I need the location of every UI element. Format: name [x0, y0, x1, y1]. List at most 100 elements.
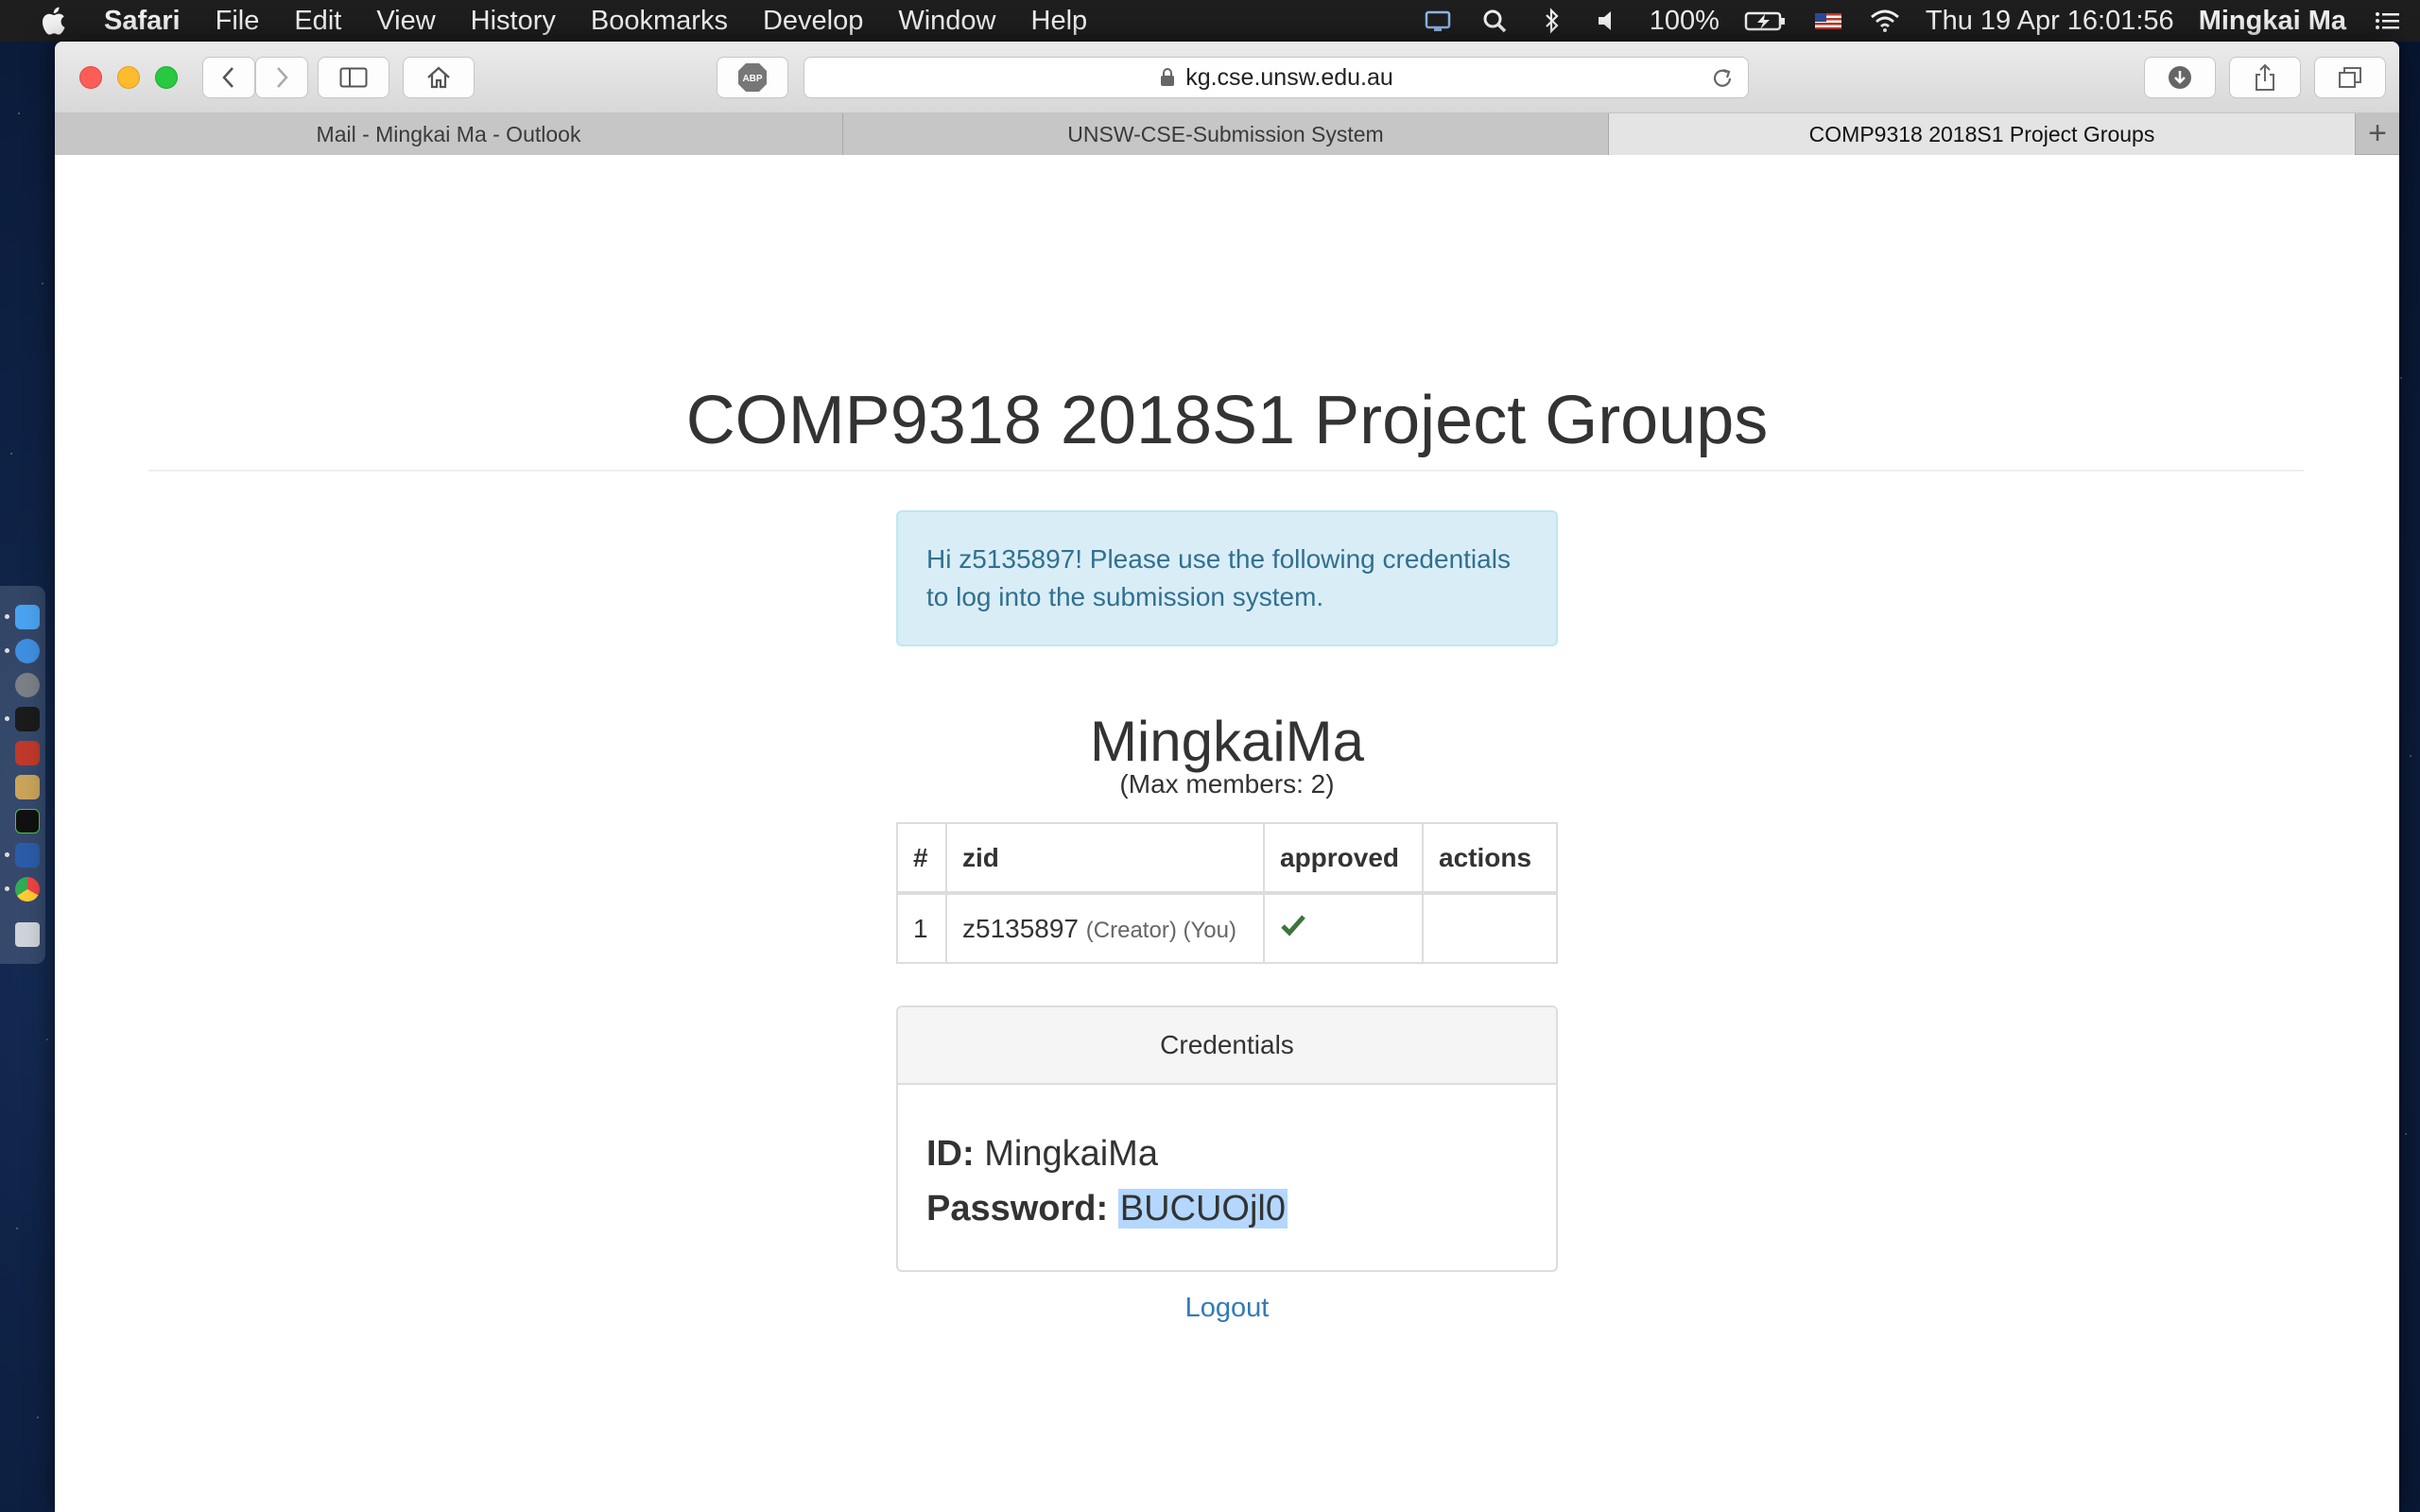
browser-toolbar: ABP kg.cse.unsw.edu.au	[55, 42, 2399, 113]
sidebar-icon	[339, 67, 368, 88]
actions-cell	[1422, 892, 1558, 964]
spotlight-search-icon[interactable]	[1479, 7, 1512, 35]
credentials-body: ID: MingkaiMa Password: BUCUOjl0	[898, 1085, 1556, 1270]
id-label: ID:	[926, 1134, 975, 1174]
tab-submission-system[interactable]: UNSW-CSE-Submission System	[843, 113, 1609, 155]
web-page: COMP9318 2018S1 Project Groups Hi z51358…	[55, 155, 2399, 1512]
tab-title: COMP9318 2018S1 Project Groups	[1808, 121, 2155, 146]
credential-id-line: ID: MingkaiMa	[926, 1126, 1528, 1181]
dock	[0, 586, 45, 964]
wifi-icon[interactable]	[1869, 7, 1901, 35]
new-tab-button[interactable]: +	[2356, 113, 2399, 154]
column-header-actions: actions	[1422, 822, 1558, 895]
battery-percent[interactable]: 100%	[1650, 6, 1720, 37]
page-title: COMP9318 2018S1 Project Groups	[685, 383, 1769, 458]
home-icon	[427, 66, 450, 89]
checkmark-icon	[1281, 915, 1305, 936]
adblock-extension-button[interactable]: ABP	[717, 57, 788, 98]
finder-icon[interactable]	[15, 605, 40, 629]
title-divider	[148, 470, 2304, 472]
menu-edit[interactable]: Edit	[294, 6, 341, 37]
member-zid: z5135897	[962, 913, 1080, 943]
password-label: Password:	[926, 1189, 1109, 1228]
zoom-window-button[interactable]	[155, 66, 178, 89]
system-preferences-icon[interactable]	[15, 673, 40, 697]
activity-monitor-icon[interactable]	[15, 809, 40, 833]
credentials-panel: Credentials ID: MingkaiMa Password: BUCU…	[896, 1005, 1558, 1272]
script-editor-icon[interactable]	[15, 775, 40, 799]
menu-app-safari[interactable]: Safari	[104, 6, 181, 37]
running-indicator	[5, 852, 9, 857]
credentials-heading: Credentials	[898, 1007, 1556, 1085]
adblock-label: ABP	[742, 74, 762, 84]
info-alert: Hi z5135897! Please use the following cr…	[896, 510, 1558, 646]
tab-title: Mail - Mingkai Ma - Outlook	[316, 121, 581, 146]
tabs-overview-icon	[2339, 67, 2361, 88]
clock[interactable]: Thu 19 Apr 16:01:56	[1926, 6, 2174, 37]
word-icon[interactable]	[15, 843, 40, 868]
table-row: 1 z5135897 (Creator) (You)	[896, 892, 1558, 964]
group-name: MingkaiMa	[1089, 710, 1365, 773]
url-text: kg.cse.unsw.edu.au	[1185, 63, 1393, 91]
share-icon	[2256, 63, 2274, 91]
minimize-window-button[interactable]	[117, 66, 140, 89]
tab-overview-button[interactable]	[2314, 57, 2386, 98]
column-header-number: #	[896, 822, 947, 895]
safari-window: ABP kg.cse.unsw.edu.au Mail - Mingkai Ma…	[55, 42, 2399, 1512]
running-indicator	[5, 614, 9, 619]
chevron-left-icon	[222, 67, 233, 88]
lock-icon	[1161, 68, 1175, 86]
plus-icon: +	[2368, 115, 2387, 151]
us-flag-input-icon[interactable]	[1812, 7, 1844, 35]
password-value[interactable]: BUCUOjl0	[1117, 1189, 1288, 1228]
menu-bar: Safari File Edit View History Bookmarks …	[0, 0, 2420, 42]
reload-icon[interactable]	[1710, 66, 1735, 91]
menu-window[interactable]: Window	[898, 6, 995, 37]
tab-bar: Mail - Mingkai Ma - Outlook UNSW-CSE-Sub…	[55, 113, 2399, 155]
close-window-button[interactable]	[79, 66, 102, 89]
menu-bookmarks[interactable]: Bookmarks	[591, 6, 728, 37]
running-indicator	[5, 886, 9, 891]
bluetooth-icon[interactable]	[1536, 7, 1568, 35]
member-zid-cell: z5135897 (Creator) (You)	[945, 892, 1265, 964]
chevron-right-icon	[277, 67, 288, 88]
battery-charging-icon[interactable]	[1744, 7, 1788, 35]
downloads-button[interactable]	[2144, 57, 2216, 98]
column-header-zid: zid	[945, 822, 1265, 895]
menu-view[interactable]: View	[376, 6, 435, 37]
members-table: # zid approved actions 1 z5135897 (Creat…	[896, 822, 1558, 964]
menu-history[interactable]: History	[471, 6, 556, 37]
table-header-row: # zid approved actions	[896, 822, 1558, 895]
member-number: 1	[896, 892, 947, 964]
credential-password-line: Password: BUCUOjl0	[926, 1181, 1528, 1236]
forward-button[interactable]	[255, 57, 308, 98]
download-icon	[2169, 66, 2191, 89]
menu-help[interactable]: Help	[1031, 6, 1088, 37]
logout-link[interactable]: Logout	[55, 1293, 2399, 1324]
terminal-icon[interactable]	[15, 707, 40, 731]
trash-icon[interactable]	[15, 922, 40, 947]
tab-project-groups[interactable]: COMP9318 2018S1 Project Groups	[1609, 113, 2356, 155]
chrome-icon[interactable]	[15, 877, 40, 902]
safari-icon[interactable]	[15, 639, 40, 663]
menu-file[interactable]: File	[216, 6, 260, 37]
user-name[interactable]: Mingkai Ma	[2199, 6, 2346, 37]
running-indicator	[5, 648, 9, 653]
tab-title: UNSW-CSE-Submission System	[1067, 121, 1384, 146]
screen-share-icon[interactable]	[1423, 7, 1455, 35]
home-button[interactable]	[403, 57, 475, 98]
dictionary-icon[interactable]	[15, 741, 40, 765]
back-button[interactable]	[202, 57, 255, 98]
column-header-approved: approved	[1263, 822, 1424, 895]
sidebar-toggle-button[interactable]	[318, 57, 389, 98]
volume-icon[interactable]	[1593, 7, 1625, 35]
address-bar[interactable]: kg.cse.unsw.edu.au	[804, 57, 1749, 98]
menu-develop[interactable]: Develop	[763, 6, 863, 37]
notification-center-icon[interactable]	[2371, 7, 2403, 35]
approved-cell	[1263, 892, 1424, 964]
max-members: (Max members: 2)	[1119, 769, 1335, 799]
apple-menu-icon[interactable]	[38, 4, 72, 38]
id-value[interactable]: MingkaiMa	[984, 1134, 1158, 1174]
tab-outlook-mail[interactable]: Mail - Mingkai Ma - Outlook	[55, 113, 843, 155]
share-button[interactable]	[2229, 57, 2301, 98]
